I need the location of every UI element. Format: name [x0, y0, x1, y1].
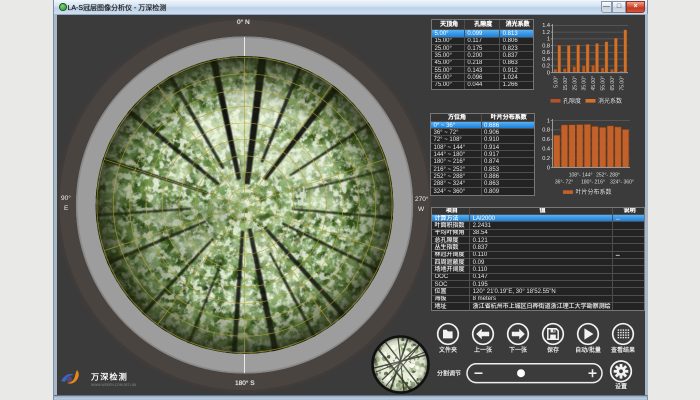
svg-text:5.00°: 5.00°	[553, 76, 559, 88]
svg-text:查看结果: 查看结果	[610, 346, 635, 354]
svg-text:0.4: 0.4	[542, 57, 550, 63]
svg-text:45.00°: 45.00°	[591, 76, 597, 91]
svg-text:1: 1	[547, 37, 550, 43]
svg-text:上一张: 上一张	[474, 346, 493, 354]
svg-text:0: 0	[547, 70, 550, 76]
svg-text:1.2: 1.2	[542, 30, 550, 36]
svg-text:35.00°: 35.00°	[582, 76, 588, 91]
svg-text:55.00°: 55.00°	[601, 76, 607, 91]
svg-text:108°- 144°: 108°- 144°	[569, 173, 593, 179]
svg-text:0.2: 0.2	[542, 64, 550, 70]
svg-text:0.4: 0.4	[542, 147, 550, 153]
svg-text:324°- 360°: 324°- 360°	[610, 180, 634, 186]
svg-text:25.00°: 25.00°	[572, 76, 578, 91]
svg-text:0.6: 0.6	[542, 50, 550, 56]
svg-text:叶片分布系数: 叶片分布系数	[576, 188, 612, 196]
svg-text:0.8: 0.8	[542, 43, 550, 49]
svg-text:0.6: 0.6	[542, 137, 550, 143]
svg-text:65.00°: 65.00°	[610, 76, 616, 91]
svg-text:设置: 设置	[615, 383, 627, 391]
svg-text:分割调节: 分割调节	[437, 370, 461, 378]
svg-text:WWW.WSEEN.COM 0571-88: WWW.WSEEN.COM 0571-88	[91, 383, 136, 387]
svg-text:75.00°: 75.00°	[620, 76, 626, 91]
svg-text:1: 1	[547, 118, 550, 124]
svg-text:万深检测: 万深检测	[90, 372, 128, 382]
svg-text:1.4: 1.4	[542, 23, 550, 29]
svg-text:36°- 72°: 36°- 72°	[555, 180, 573, 186]
svg-text:下一张: 下一张	[509, 346, 528, 354]
svg-text:0.8: 0.8	[542, 128, 550, 134]
svg-text:孔隙度: 孔隙度	[563, 97, 581, 105]
svg-text:自动/批量: 自动/批量	[575, 346, 601, 354]
svg-text:180°- 216°: 180°- 216°	[581, 180, 605, 186]
svg-text:保存: 保存	[546, 346, 559, 354]
svg-text:0: 0	[547, 165, 550, 171]
svg-text:0.2: 0.2	[542, 156, 550, 162]
svg-text:消光系数: 消光系数	[598, 97, 622, 105]
svg-text:文件夹: 文件夹	[438, 346, 457, 354]
svg-text:15.00°: 15.00°	[563, 76, 569, 91]
svg-text:252°- 288°: 252°- 288°	[596, 173, 620, 179]
